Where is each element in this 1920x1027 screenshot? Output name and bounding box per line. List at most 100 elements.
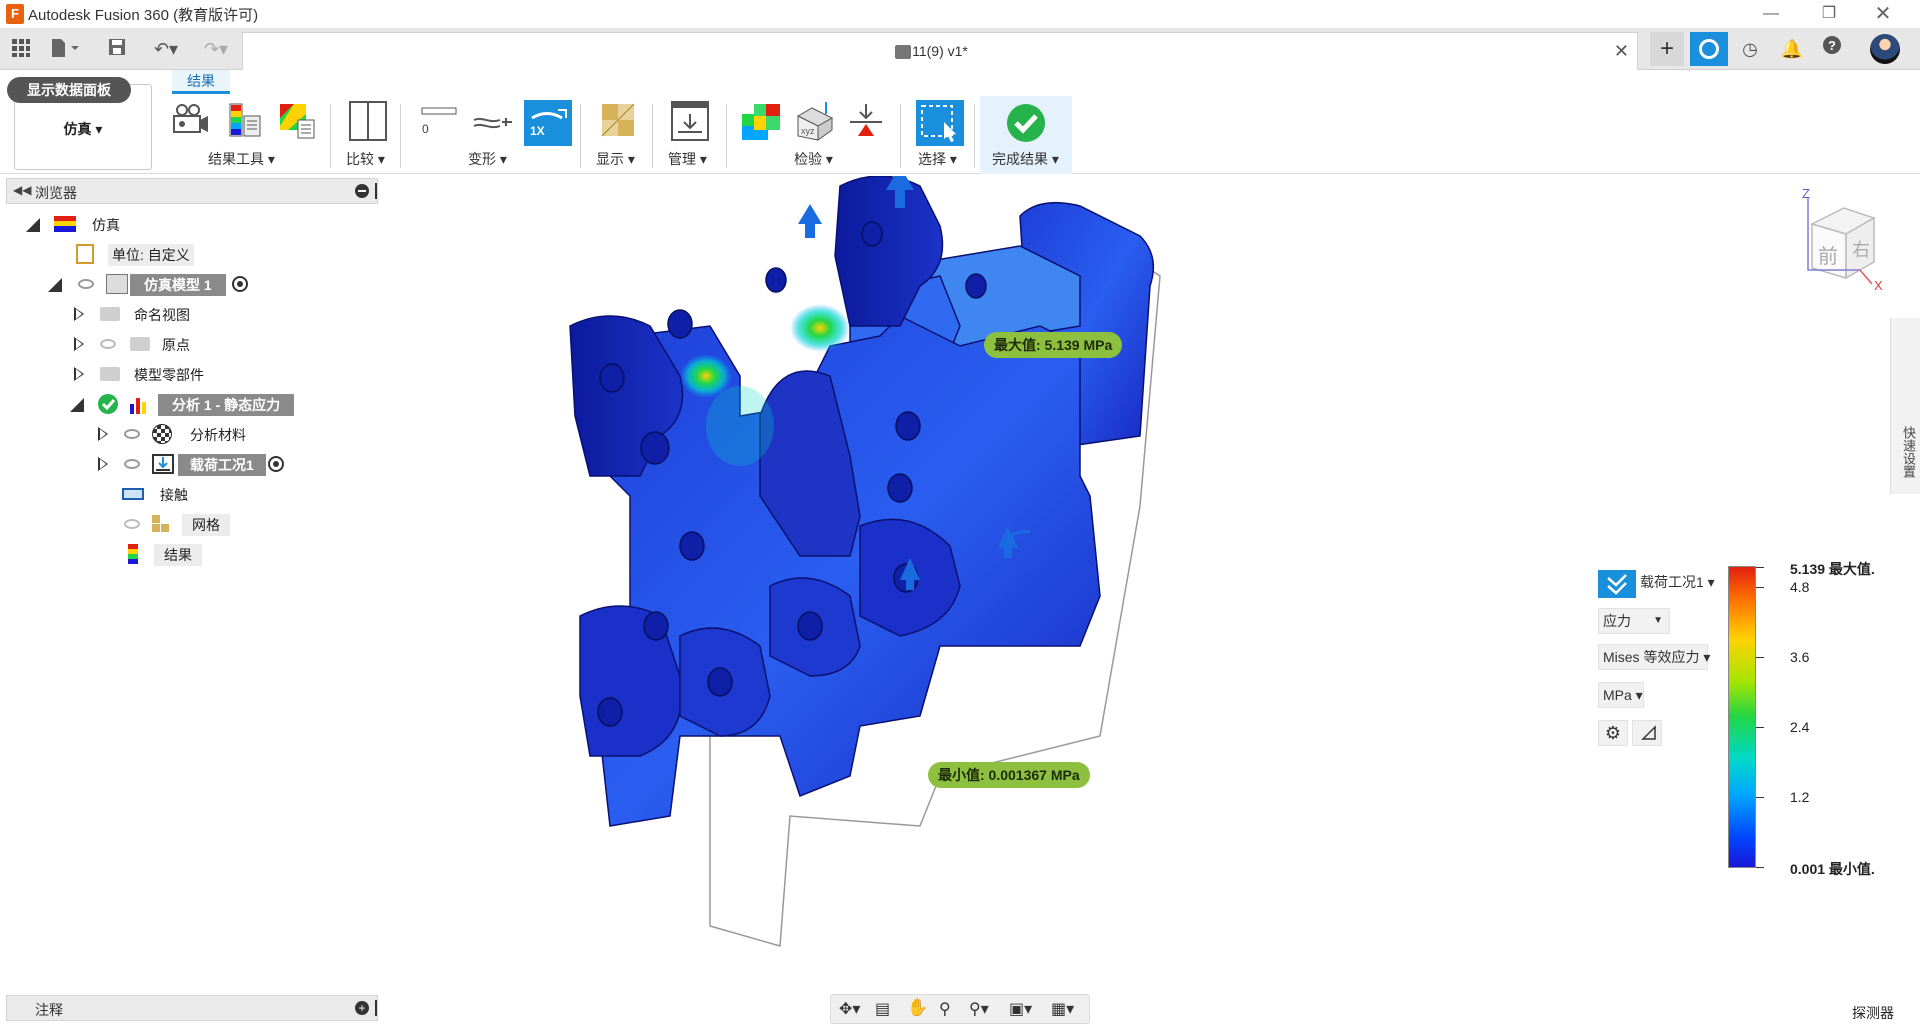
select-menu[interactable]: 选择 ▾ <box>918 149 957 169</box>
save-icon[interactable] <box>104 38 130 60</box>
browser-title: 浏览器 <box>35 185 77 201</box>
activate-target-icon[interactable] <box>232 276 248 292</box>
visibility-eye-icon[interactable] <box>78 279 94 289</box>
legend-tick <box>1756 797 1764 798</box>
compare-icon[interactable] <box>348 100 388 142</box>
section-analysis-icon[interactable] <box>846 100 886 142</box>
notes-add-icon[interactable]: + <box>355 1001 369 1015</box>
visibility-eye-icon[interactable] <box>124 429 140 439</box>
inspect-menu[interactable]: 检验 ▾ <box>794 149 833 169</box>
separator <box>400 104 401 168</box>
result-report-icon[interactable] <box>224 100 264 142</box>
collapse-panel-icon[interactable]: ◀◀ <box>13 183 31 197</box>
viewcube-front-face[interactable]: 前 <box>1818 240 1838 269</box>
extensions-clock-icon[interactable]: ◷ <box>1732 32 1768 66</box>
visibility-eye-icon[interactable] <box>124 459 140 469</box>
load-case-dropdown[interactable]: 载荷工况1 ▾ <box>1636 570 1716 596</box>
surface-probes-icon[interactable] <box>740 100 780 142</box>
tree-node-named-views[interactable]: 命名视图 <box>6 302 378 326</box>
close-window-icon[interactable]: ✕ <box>1860 2 1906 26</box>
tree-node-load-case[interactable]: 载荷工况1 <box>6 452 378 476</box>
compare-menu[interactable]: 比较 ▾ <box>346 149 385 169</box>
legend-settings-gear-icon[interactable]: ⚙ <box>1598 720 1628 746</box>
window-title: Autodesk Fusion 360 (教育版许可) <box>28 7 259 24</box>
notes-panel[interactable]: 注释 + <box>6 995 378 1021</box>
legend-max-label: 5.139 最大值. <box>1790 561 1875 577</box>
result-tools-menu[interactable]: 结果工具 ▾ <box>208 149 275 169</box>
tree-node-model-components[interactable]: 模型零部件 <box>6 362 378 386</box>
minimize-icon[interactable]: — <box>1748 2 1794 26</box>
mesh-icon <box>152 515 170 533</box>
new-tab-button[interactable]: + <box>1650 32 1684 66</box>
pan-hand-icon[interactable]: ✋ <box>907 998 928 1018</box>
fit-zoom-icon[interactable]: ⚲▾ <box>969 999 989 1019</box>
activate-target-icon[interactable] <box>268 456 284 472</box>
display-icon[interactable] <box>598 100 638 142</box>
hidden-eye-icon[interactable] <box>100 339 116 349</box>
inspector-label[interactable]: 探测器 <box>1852 1003 1894 1023</box>
min-value-callout[interactable]: 最小值: 0.001367 MPa <box>928 762 1090 788</box>
tree-node-mesh[interactable]: 网格 <box>6 512 378 536</box>
stress-type-dropdown[interactable]: Mises 等效应力 ▾ <box>1598 644 1710 670</box>
tree-node-results[interactable]: 结果 <box>6 542 378 566</box>
job-status-button[interactable] <box>1690 32 1728 66</box>
orbit-icon[interactable]: ✥▾ <box>839 999 860 1019</box>
result-visibility-toggle[interactable] <box>1598 570 1636 598</box>
panel-pin-icon[interactable] <box>375 183 377 199</box>
grid-settings-icon[interactable]: ▦▾ <box>1051 999 1074 1019</box>
deform-scale-button[interactable]: 1X <box>524 100 572 146</box>
undo-icon[interactable]: ↶▾ <box>146 38 186 60</box>
close-tab-icon[interactable]: ✕ <box>1614 41 1629 62</box>
viewcube-right-face[interactable]: 右 <box>1852 236 1870 262</box>
legend-tick <box>1756 727 1764 728</box>
show-data-panel-button[interactable]: 显示数据面板 <box>7 77 131 103</box>
finish-results-menu[interactable]: 完成结果 ▾ <box>992 149 1059 169</box>
xyz-probe-icon[interactable]: xyz <box>792 100 834 142</box>
tree-node-analysis[interactable]: 分析 1 - 静态应力 <box>6 392 378 416</box>
legend-collapse-icon[interactable] <box>1632 720 1662 746</box>
browser-minimize-icon[interactable] <box>355 184 369 198</box>
separator <box>330 104 331 168</box>
look-at-icon[interactable]: ▤ <box>875 999 890 1019</box>
user-avatar[interactable] <box>1870 34 1900 64</box>
legend-tick-label: 4.8 <box>1790 579 1810 595</box>
fusion-logo-icon: F <box>6 4 24 24</box>
quick-settings-tab[interactable]: 快速设置 <box>1890 318 1920 494</box>
result-type-dropdown[interactable]: 应力 ▼ <box>1598 608 1670 634</box>
deform-menu[interactable]: 变形 ▾ <box>468 149 507 169</box>
view-cube[interactable]: 前 右 Z X <box>1790 186 1890 294</box>
app-grid-icon[interactable] <box>8 38 34 60</box>
display-settings-icon[interactable]: ▣▾ <box>1009 999 1032 1019</box>
manage-icon[interactable] <box>670 100 710 142</box>
manage-menu[interactable]: 管理 ▾ <box>668 149 707 169</box>
panel-pin-icon[interactable] <box>375 1000 377 1016</box>
notifications-bell-icon[interactable]: 🔔 <box>1774 32 1810 66</box>
file-menu-icon[interactable] <box>50 38 79 60</box>
title-bar: F Autodesk Fusion 360 (教育版许可) — ❐ ✕ <box>0 0 1920 28</box>
max-value-callout[interactable]: 最大值: 5.139 MPa <box>984 332 1123 358</box>
unit-dropdown[interactable]: MPa ▾ <box>1598 682 1644 708</box>
tree-node-simulation-model[interactable]: 仿真模型 1 <box>6 272 378 296</box>
browser-header[interactable]: ◀◀ 浏览器 <box>6 178 378 204</box>
tree-node-contacts[interactable]: 接触 <box>6 482 378 506</box>
animate-camera-icon[interactable] <box>170 100 210 142</box>
help-icon[interactable]: ? <box>1814 32 1850 66</box>
separator <box>580 104 581 168</box>
deform-shape-icon[interactable] <box>472 100 512 142</box>
select-button[interactable] <box>916 100 964 146</box>
tab-results[interactable]: 结果 <box>172 70 230 94</box>
tree-label: 结果 <box>154 544 202 566</box>
tree-node-units[interactable]: 单位: 自定义 <box>6 242 378 266</box>
tree-node-study-materials[interactable]: 分析材料 <box>6 422 378 446</box>
result-details-icon[interactable] <box>276 100 316 142</box>
restore-icon[interactable]: ❐ <box>1806 2 1852 26</box>
zoom-icon[interactable]: ⚲ <box>939 999 951 1019</box>
redo-icon[interactable]: ↷▾ <box>196 38 236 60</box>
document-tab[interactable]: 11(9) v1* ✕ <box>242 32 1638 70</box>
hidden-eye-icon[interactable] <box>124 519 140 529</box>
deform-scale-label: 1X <box>530 124 545 138</box>
display-menu[interactable]: 显示 ▾ <box>596 149 635 169</box>
tree-node-simulation[interactable]: 仿真 <box>6 212 378 236</box>
tree-node-origin[interactable]: 原点 <box>6 332 378 356</box>
separator <box>900 104 901 168</box>
